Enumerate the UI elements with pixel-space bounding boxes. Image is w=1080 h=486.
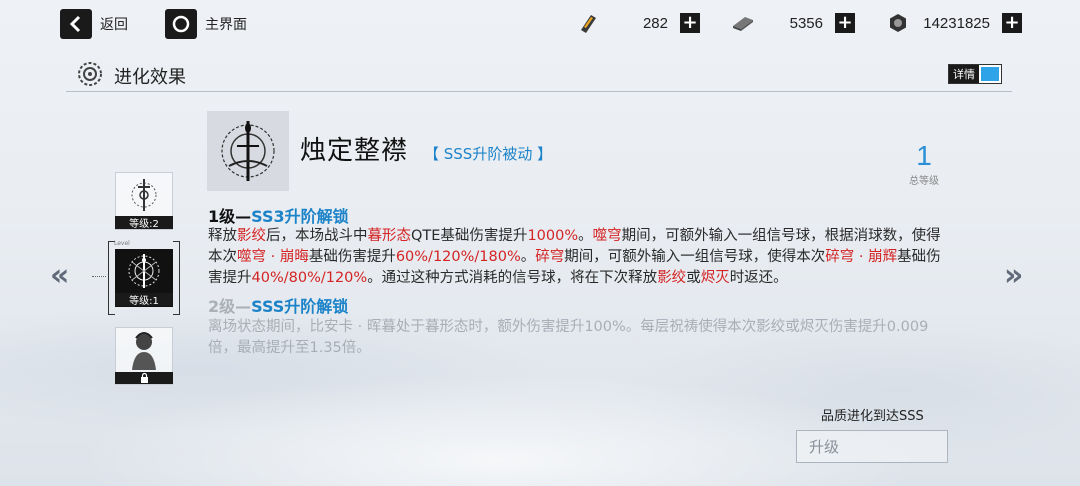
level-tag: 等级:1 (115, 293, 173, 307)
connector-line (92, 276, 106, 277)
tier1-unlock: SS3升阶解锁 (251, 207, 349, 226)
desc-text: 释放 (208, 228, 237, 244)
total-level-caption: 总等级 (909, 176, 939, 187)
tier1-title: 1级—SS3升阶解锁 (208, 203, 349, 227)
level-tag: 等级:2 (115, 216, 173, 230)
level-slot-locked[interactable] (115, 327, 173, 385)
highlight-term: 碎穹 · 崩辉 (825, 249, 898, 265)
material-bar-icon (731, 12, 755, 34)
tier2-description: 离场状态期间，比安卡 · 晖暮处于暮形态时，额外伤害提升100%。每层祝祷使得本… (208, 319, 929, 356)
detail-toggle[interactable]: 详情 (948, 64, 1002, 84)
add-coin-button[interactable]: + (1002, 13, 1022, 33)
skill-icon (207, 111, 289, 191)
add-ticket-button[interactable]: + (680, 13, 700, 33)
tier2-prefix: 2级— (208, 297, 252, 316)
header-divider (66, 91, 1012, 92)
quality-note: 品质进化到达SSS (821, 409, 924, 424)
desc-text: 。 (520, 249, 536, 265)
coin-icon (886, 12, 910, 34)
lock-icon (115, 372, 173, 384)
total-level: 1 总等级 (904, 140, 944, 187)
material-count: 5356 (789, 14, 823, 32)
gear-ring-icon (76, 60, 104, 92)
small-level-text: Level (114, 240, 130, 247)
desc-text: QTE基础伤害提升 (411, 228, 528, 244)
home-label: 主界面 (205, 17, 247, 33)
chevron-left-icon (60, 9, 92, 39)
home-circle-icon (165, 9, 197, 39)
desc-text: 期间，可额外输入一组信号球，使得本次 (564, 249, 826, 265)
highlight-term: 噬穹 · 崩晦 (237, 249, 309, 265)
home-button[interactable]: 主界面 (165, 9, 247, 39)
highlight-term: 噬穹 (592, 228, 622, 244)
skill-name: 烛定整襟 (300, 136, 409, 166)
desc-text: 。通过这种方式消耗的信号球，将在下次释放 (367, 270, 658, 286)
ticket-count: 282 (642, 14, 668, 32)
level-slot-1[interactable]: 等级:1 (115, 249, 173, 307)
back-button[interactable]: 返回 (60, 9, 128, 39)
desc-text: 。 (578, 228, 593, 244)
desc-text: 时返还。 (729, 270, 788, 286)
skill-type: 【 SSS升阶被动 】 (424, 145, 553, 163)
resource-coin: 14231825 + (886, 12, 1022, 34)
highlight-term: 60%/120%/180% (395, 249, 521, 265)
next-arrow-icon[interactable]: » (1004, 258, 1023, 293)
resource-material: 5356 + (731, 12, 855, 34)
level-slot-2[interactable]: 等级:2 (115, 172, 173, 230)
candle-emblem-icon (221, 121, 275, 181)
add-material-button[interactable]: + (835, 13, 855, 33)
character-silhouette-icon (115, 328, 173, 372)
section-title: 进化效果 (114, 67, 186, 88)
coin-count: 14231825 (923, 14, 990, 32)
upgrade-button[interactable]: 升级 (796, 430, 948, 463)
resource-ticket: 282 + (576, 12, 700, 34)
section-header: 进化效果 (76, 60, 186, 92)
tier1-description: 释放影绞后，本场战斗中暮形态QTE基础伤害提升1000%。噬穹期间，可额外输入一… (208, 226, 944, 289)
total-level-value: 1 (916, 140, 932, 171)
highlight-term: 影绞 (237, 228, 266, 244)
sword-emblem-icon (115, 173, 173, 216)
desc-text: 或 (686, 270, 701, 286)
highlight-term: 碎穹 (535, 249, 565, 265)
detail-toggle-label: 详情 (949, 65, 979, 83)
highlight-term: 40%/80%/120% (251, 270, 368, 286)
tier1-prefix: 1级— (208, 207, 252, 226)
highlight-term: 烬灭 (700, 270, 730, 286)
candle-sigil-icon (115, 249, 173, 293)
ticket-icon (576, 12, 600, 34)
highlight-term: 影绞 (657, 270, 687, 286)
desc-text: 基础伤害提升 (308, 249, 396, 265)
toggle-knob (981, 67, 999, 81)
prev-arrow-icon[interactable]: « (50, 258, 69, 293)
highlight-term: 暮形态 (367, 228, 412, 244)
tier2-title: 2级—SSS升阶解锁 (208, 293, 348, 317)
tier2-unlock: SSS升阶解锁 (251, 297, 349, 316)
top-bar: 返回 主界面 282 + 5356 + 14231825 + (0, 0, 1080, 48)
back-label: 返回 (100, 17, 128, 33)
desc-text: 后，本场战斗中 (266, 228, 368, 244)
highlight-term: 1000% (527, 228, 579, 244)
